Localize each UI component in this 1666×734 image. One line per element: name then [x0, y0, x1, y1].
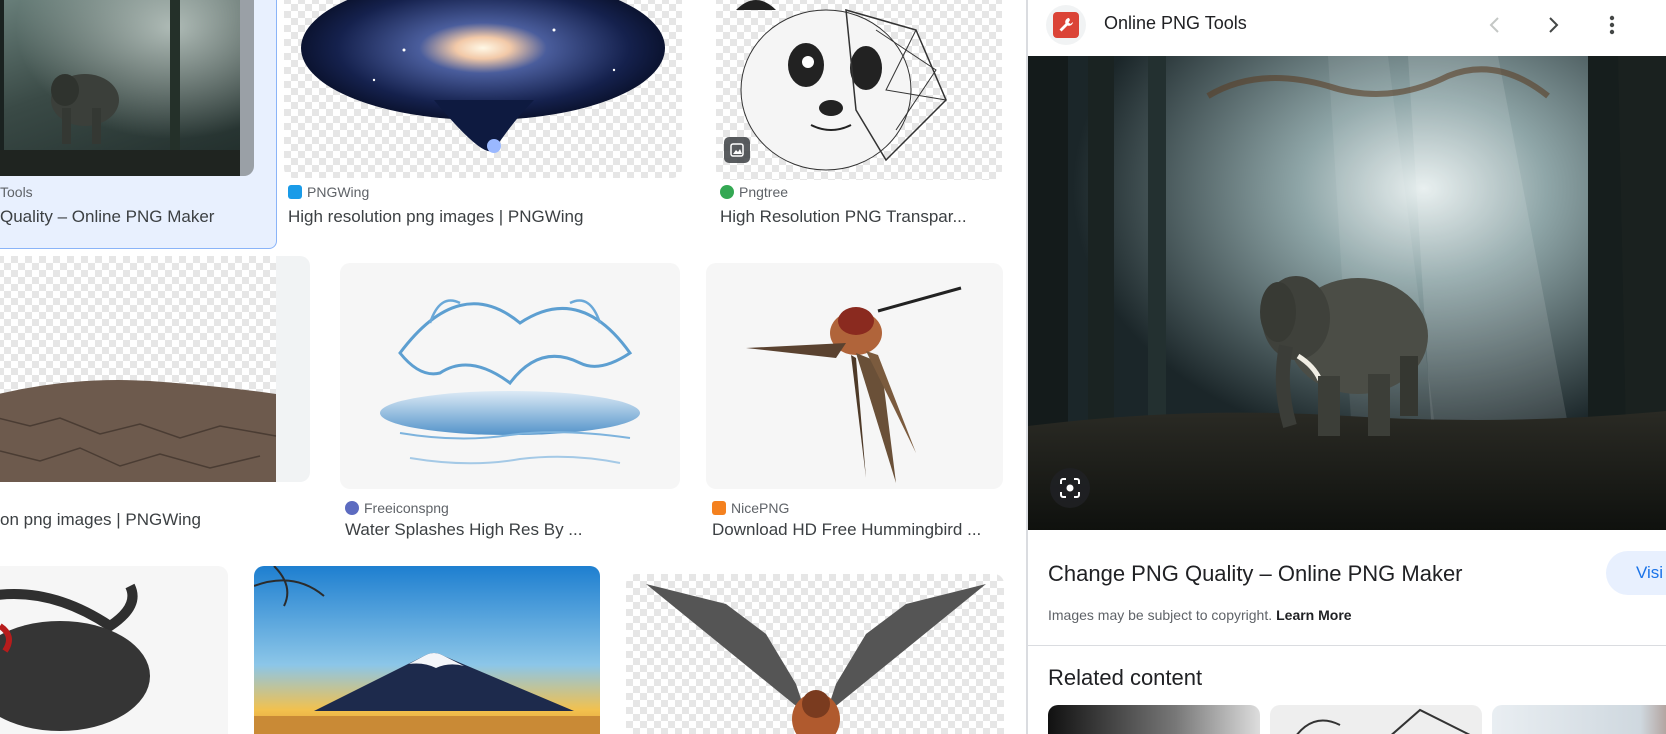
result-title[interactable]: Water Splashes High Res By ... — [345, 520, 685, 540]
more-vert-icon[interactable] — [1595, 8, 1629, 42]
result-thumbnail[interactable] — [716, 0, 1002, 180]
related-thumbnail[interactable] — [1492, 705, 1666, 734]
result-title[interactable]: Download HD Free Hummingbird ... — [712, 520, 1000, 540]
image-badge-icon — [724, 137, 750, 163]
related-thumbnail[interactable] — [1048, 705, 1260, 734]
visit-button[interactable]: Visi — [1606, 551, 1666, 595]
site-favicon[interactable] — [1046, 5, 1086, 45]
wrench-icon — [1053, 12, 1079, 38]
page-title[interactable]: Change PNG Quality – Online PNG Maker — [1048, 561, 1463, 587]
site-name[interactable]: Online PNG Tools — [1104, 13, 1247, 34]
result-thumbnail[interactable] — [626, 574, 1004, 734]
nicepng-favicon-icon — [712, 501, 726, 515]
pngwing-favicon-icon — [288, 185, 302, 199]
image-preview-panel: Online PNG Tools Change PNG Quality – On… — [1028, 0, 1666, 734]
result-source: NicePNG — [712, 500, 789, 516]
result-title[interactable]: on png images | PNGWing — [0, 510, 300, 530]
section-divider — [1028, 645, 1666, 646]
result-thumbnail[interactable] — [254, 566, 600, 734]
result-thumbnail[interactable] — [706, 263, 1003, 489]
related-thumbnail[interactable] — [1270, 705, 1482, 734]
freeiconspng-favicon-icon — [345, 501, 359, 515]
image-results-grid: Tools Quality – Online PNG Maker PNGWing… — [0, 0, 1020, 734]
result-title[interactable]: High Resolution PNG Transpar... — [720, 207, 1003, 227]
chevron-left-icon[interactable] — [1478, 8, 1512, 42]
result-title[interactable]: High resolution png images | PNGWing — [288, 207, 688, 227]
learn-more-link[interactable]: Learn More — [1276, 607, 1351, 623]
copyright-text: Images may be subject to copyright. — [1048, 607, 1273, 623]
result-thumbnail[interactable] — [0, 566, 228, 734]
result-source: Tools — [0, 184, 33, 200]
result-thumbnail[interactable] — [284, 0, 682, 178]
result-source: PNGWing — [288, 184, 369, 200]
thumbnail-edge — [240, 0, 254, 176]
result-title[interactable]: Quality – Online PNG Maker — [0, 207, 255, 227]
result-thumbnail[interactable] — [0, 256, 310, 482]
result-thumbnail[interactable] — [0, 0, 250, 176]
lens-icon[interactable] — [1050, 468, 1090, 508]
result-source: Freeiconspng — [345, 500, 449, 516]
pngtree-favicon-icon — [720, 185, 734, 199]
result-source: Pngtree — [720, 184, 788, 200]
chevron-right-icon[interactable] — [1536, 8, 1570, 42]
preview-image[interactable] — [1028, 56, 1666, 530]
result-thumbnail[interactable] — [340, 263, 680, 489]
related-content-heading: Related content — [1048, 665, 1203, 690]
copyright-notice: Images may be subject to copyright. Learn… — [1048, 607, 1352, 623]
